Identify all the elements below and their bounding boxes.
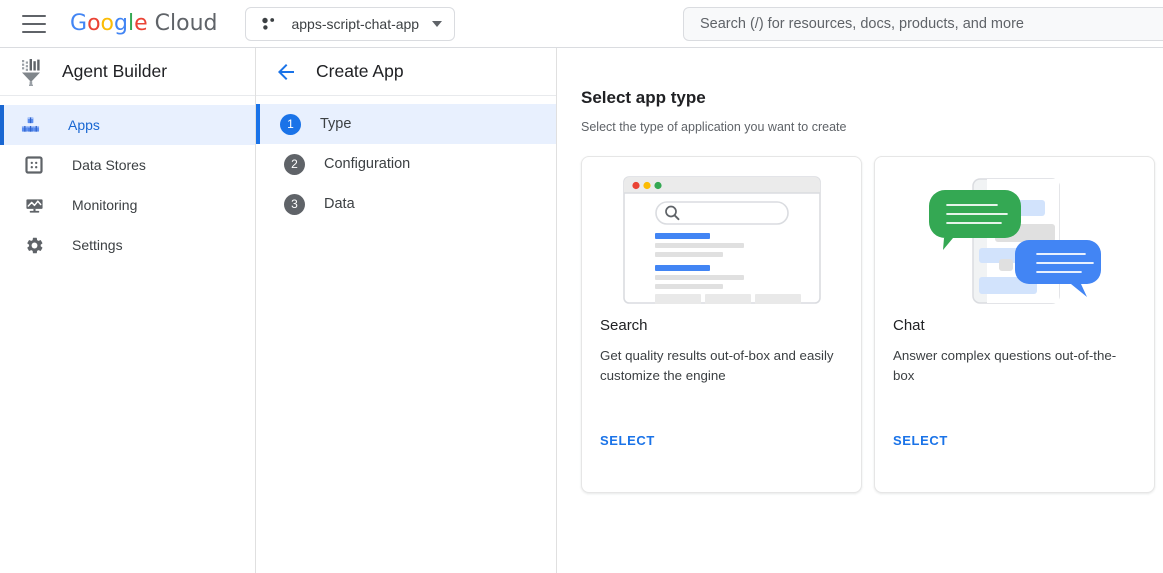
cloud-wordmark: Cloud bbox=[155, 11, 218, 36]
section-subtitle: Select the type of application you want … bbox=[581, 120, 1163, 134]
card-body: Search Get quality results out-of-box an… bbox=[582, 317, 861, 386]
app-type-card-search[interactable]: Search Get quality results out-of-box an… bbox=[581, 156, 862, 493]
card-title: Search bbox=[600, 317, 843, 334]
left-sidebar: Agent Builder App bbox=[0, 48, 256, 573]
project-name-label: apps-script-chat-app bbox=[291, 16, 419, 32]
select-chat-button[interactable]: SELECT bbox=[893, 433, 948, 448]
card-description: Get quality results out-of-box and easil… bbox=[600, 346, 843, 386]
stepper-item-data[interactable]: 3 Data bbox=[256, 184, 556, 224]
search-input-box[interactable]: Search (/) for resources, docs, products… bbox=[683, 7, 1163, 41]
hamburger-menu-icon[interactable] bbox=[22, 15, 46, 33]
sidebar-header: Agent Builder bbox=[0, 48, 255, 96]
global-search[interactable]: Search (/) for resources, docs, products… bbox=[683, 7, 1163, 41]
back-arrow-icon[interactable] bbox=[274, 60, 298, 84]
stepper-item-label: Data bbox=[324, 196, 355, 212]
card-description: Answer complex questions out-of-the-box bbox=[893, 346, 1136, 386]
sidebar-item-label: Data Stores bbox=[72, 157, 146, 173]
sidebar-title: Agent Builder bbox=[62, 61, 167, 82]
sidebar-nav-list: Apps Data Stores bbox=[0, 96, 255, 265]
stepper-item-configuration[interactable]: 2 Configuration bbox=[256, 144, 556, 184]
google-cloud-logo[interactable]: GoogleCloud bbox=[70, 11, 217, 36]
step-number-badge: 3 bbox=[284, 194, 305, 215]
card-body: Chat Answer complex questions out-of-the… bbox=[875, 317, 1154, 386]
card-title: Chat bbox=[893, 317, 1136, 334]
step-number-badge: 2 bbox=[284, 154, 305, 175]
project-dots-icon bbox=[260, 15, 278, 33]
monitoring-chart-icon bbox=[24, 195, 44, 215]
app-type-card-chat[interactable]: Chat Answer complex questions out-of-the… bbox=[874, 156, 1155, 493]
stepper-item-label: Type bbox=[320, 116, 351, 132]
sidebar-item-label: Settings bbox=[72, 237, 123, 253]
apps-cubes-icon bbox=[20, 115, 40, 135]
chat-bubbles-illustration bbox=[875, 157, 1154, 317]
data-stores-icon bbox=[24, 155, 44, 175]
chevron-down-icon bbox=[432, 21, 442, 27]
sidebar-item-monitoring[interactable]: Monitoring bbox=[0, 185, 255, 225]
sidebar-item-apps[interactable]: Apps bbox=[0, 105, 255, 145]
select-search-button[interactable]: SELECT bbox=[600, 433, 655, 448]
search-placeholder: Search (/) for resources, docs, products… bbox=[700, 16, 1024, 32]
stepper-item-type[interactable]: 1 Type bbox=[256, 104, 556, 144]
search-browser-illustration bbox=[582, 157, 861, 317]
top-app-bar: GoogleCloud apps-script-chat-app Search … bbox=[0, 0, 1163, 48]
section-title: Select app type bbox=[581, 88, 1163, 108]
project-selector-chip[interactable]: apps-script-chat-app bbox=[245, 7, 455, 41]
sidebar-item-settings[interactable]: Settings bbox=[0, 225, 255, 265]
sidebar-item-label: Monitoring bbox=[72, 197, 137, 213]
create-app-stepper-pane: Create App 1 Type 2 Configuration 3 Data bbox=[256, 48, 557, 573]
sidebar-item-data-stores[interactable]: Data Stores bbox=[0, 145, 255, 185]
gear-icon bbox=[24, 235, 44, 255]
agent-builder-logo-icon bbox=[16, 57, 46, 87]
main-content: Select app type Select the type of appli… bbox=[557, 48, 1163, 573]
sidebar-item-label: Apps bbox=[68, 117, 100, 133]
app-type-card-list: Search Get quality results out-of-box an… bbox=[581, 156, 1163, 493]
page-title: Create App bbox=[316, 61, 404, 82]
stepper-list: 1 Type 2 Configuration 3 Data bbox=[256, 96, 556, 224]
stepper-item-label: Configuration bbox=[324, 156, 410, 172]
stepper-header: Create App bbox=[256, 48, 556, 96]
step-number-badge: 1 bbox=[280, 114, 301, 135]
